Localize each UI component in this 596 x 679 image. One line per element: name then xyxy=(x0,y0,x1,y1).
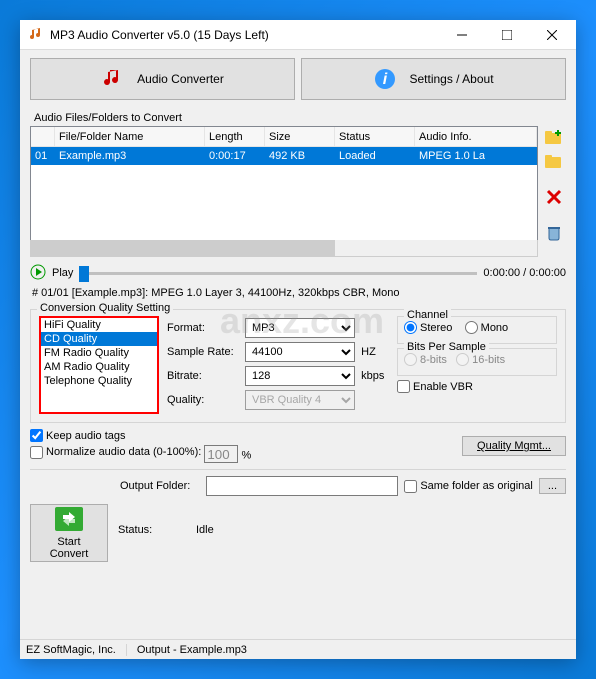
vbrq-select: VBR Quality 4 xyxy=(245,390,355,410)
col-name[interactable]: File/Folder Name xyxy=(55,127,205,146)
output-folder-label: Output Folder: xyxy=(120,480,200,492)
quality-list-item[interactable]: FM Radio Quality xyxy=(41,346,157,360)
samplerate-select[interactable]: 44100 xyxy=(245,342,355,362)
bitrate-label: Bitrate: xyxy=(167,370,245,382)
audio-converter-label: Audio Converter xyxy=(137,72,224,86)
samplerate-label: Sample Rate: xyxy=(167,346,245,358)
col-size[interactable]: Size xyxy=(265,127,335,146)
quality-listbox[interactable]: HiFi QualityCD QualityFM Radio QualityAM… xyxy=(39,316,159,414)
vbrq-label: Quality: xyxy=(167,394,245,406)
play-label: Play xyxy=(52,267,73,279)
browse-button[interactable]: ... xyxy=(539,478,566,494)
bitrate-select[interactable]: 128 xyxy=(245,366,355,386)
col-info[interactable]: Audio Info. xyxy=(415,127,537,146)
settings-about-button[interactable]: i Settings / About xyxy=(301,58,566,100)
quality-list-item[interactable]: HiFi Quality xyxy=(41,318,157,332)
quality-mgmt-button[interactable]: Quality Mgmt... xyxy=(462,436,566,456)
col-status[interactable]: Status xyxy=(335,127,415,146)
format-select[interactable]: MP3 xyxy=(245,318,355,338)
quality-fieldset: Conversion Quality Setting HiFi QualityC… xyxy=(30,309,566,423)
col-num[interactable] xyxy=(31,127,55,146)
col-length[interactable]: Length xyxy=(205,127,265,146)
table-scrollbar[interactable] xyxy=(30,240,538,257)
quality-list-item[interactable]: CD Quality xyxy=(41,332,157,346)
table-row[interactable]: 01 Example.mp3 0:00:17 492 KB Loaded MPE… xyxy=(31,147,537,165)
status-output: Output - Example.mp3 xyxy=(137,644,247,656)
file-table[interactable]: File/Folder Name Length Size Status Audi… xyxy=(30,126,538,241)
mono-radio[interactable]: Mono xyxy=(465,321,509,334)
statusbar: EZ SoftMagic, Inc. Output - Example.mp3 xyxy=(20,639,576,659)
normalize-input xyxy=(204,445,238,463)
status-company: EZ SoftMagic, Inc. xyxy=(26,644,127,656)
play-icon[interactable] xyxy=(30,264,46,283)
music-note-icon xyxy=(101,67,125,91)
same-folder-checkbox[interactable]: Same folder as original xyxy=(404,480,533,493)
maximize-button[interactable] xyxy=(484,21,529,49)
settings-about-label: Settings / About xyxy=(409,72,493,86)
app-icon xyxy=(28,27,44,43)
add-file-button[interactable] xyxy=(542,126,566,148)
status-value: Idle xyxy=(196,524,214,536)
enable-vbr-checkbox[interactable]: Enable VBR xyxy=(397,380,473,393)
play-slider[interactable] xyxy=(79,263,477,283)
quality-list-item[interactable]: AM Radio Quality xyxy=(41,360,157,374)
start-convert-button[interactable]: Start Convert xyxy=(30,504,108,562)
output-folder-input[interactable] xyxy=(206,476,398,496)
quality-legend: Conversion Quality Setting xyxy=(37,302,173,314)
bits8-radio[interactable]: 8-bits xyxy=(404,353,447,366)
keep-tags-checkbox[interactable]: Keep audio tags xyxy=(30,429,126,442)
bits16-radio[interactable]: 16-bits xyxy=(456,353,505,366)
play-time: 0:00:00 / 0:00:00 xyxy=(483,267,566,279)
titlebar: MP3 Audio Converter v5.0 (15 Days Left) xyxy=(20,20,576,50)
window-title: MP3 Audio Converter v5.0 (15 Days Left) xyxy=(50,28,439,42)
svg-text:i: i xyxy=(383,71,388,88)
file-info-line: # 01/01 [Example.mp3]: MPEG 1.0 Layer 3,… xyxy=(32,287,566,299)
status-label: Status: xyxy=(118,524,196,536)
files-section-label: Audio Files/Folders to Convert xyxy=(34,112,566,124)
audio-converter-button[interactable]: Audio Converter xyxy=(30,58,295,100)
info-icon: i xyxy=(373,67,397,91)
format-label: Format: xyxy=(167,322,245,334)
quality-list-item[interactable]: Telephone Quality xyxy=(41,374,157,388)
normalize-checkbox[interactable]: Normalize audio data (0-100%): xyxy=(30,446,201,459)
convert-icon xyxy=(55,507,83,534)
close-button[interactable] xyxy=(529,21,574,49)
minimize-button[interactable] xyxy=(439,21,484,49)
stereo-radio[interactable]: Stereo xyxy=(404,321,452,334)
clear-button[interactable] xyxy=(542,222,566,244)
add-folder-button[interactable] xyxy=(542,150,566,172)
remove-button[interactable] xyxy=(542,186,566,208)
